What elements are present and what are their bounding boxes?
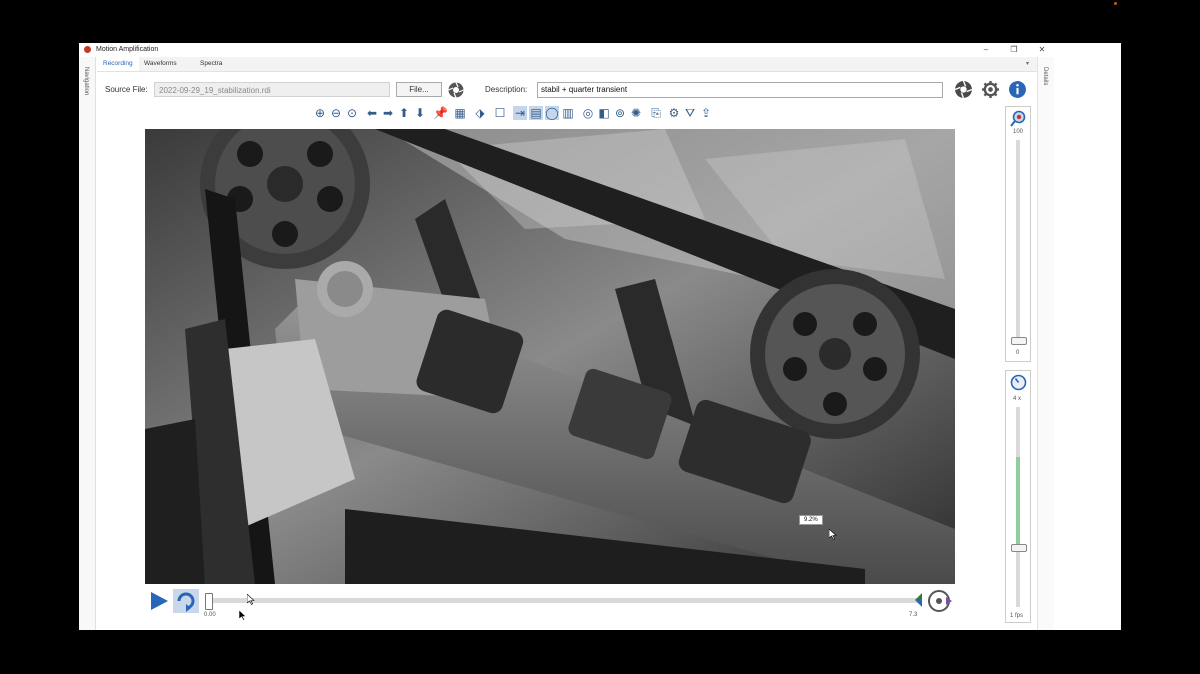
source-file-field[interactable]: 2022-09-29_19_stabilization.rdi [154,82,390,97]
play-button[interactable] [149,591,169,611]
title-bar: Motion Amplification – ❐ ✕ [79,43,1121,57]
motion-vector-icon[interactable]: ⇥ [513,106,527,120]
navigation-panel[interactable]: Navigation [79,57,96,630]
speed-gauge-icon[interactable] [1010,374,1027,391]
description-label: Description: [485,85,528,94]
description-input[interactable]: stabil + quarter transient [537,82,943,98]
tab-bar: Recording Waveforms Spectra ▾ [97,57,1037,72]
grid-icon[interactable]: ▦ [453,106,467,120]
amplification-panel: 100 0 [1005,106,1031,362]
export-video-icon[interactable] [927,589,953,613]
video-frame[interactable]: 9.2% [145,129,955,584]
zoom-in-icon[interactable]: ⊕ [313,106,327,120]
framerate-panel: 4 x 1 fps [1005,370,1031,623]
app-logo-icon [84,46,91,53]
selection-box-icon[interactable]: ☐ [493,106,507,120]
zoom-fit-icon[interactable]: ⊙ [345,106,359,120]
timeline-track[interactable] [209,598,921,603]
machinery-image [145,129,955,584]
circle-icon[interactable]: ◎ [581,106,595,120]
source-file-label: Source File: [105,85,148,94]
file-button[interactable]: File... [396,82,442,97]
framerate-slider-fill [1016,457,1020,544]
ellipse-icon[interactable]: ◯ [545,106,559,120]
mouse-cursor-icon [238,609,247,621]
amplification-min-label: 0 [1016,350,1020,356]
timeline-end-handle[interactable] [915,593,923,609]
color-wheel-icon[interactable]: ✺ [629,106,643,120]
amplification-slider-thumb[interactable] [1011,337,1027,345]
info-icon[interactable] [1008,80,1027,99]
loop-button[interactable] [173,589,199,613]
framerate-bottom-label: 1 fps [1010,613,1024,619]
navigation-label: Navigation [83,67,89,96]
pin-icon[interactable]: 📌 [433,106,448,120]
loop-icon [177,592,195,612]
arrow-up-icon[interactable]: ⬆ [397,106,411,120]
region-icon[interactable]: ⬗ [473,106,487,120]
funnel-icon[interactable]: ⛛ [683,106,697,120]
settings-gear-icon[interactable]: ⚙ [667,106,681,120]
mouse-cursor-icon [246,593,255,605]
amplification-max-label: 100 [1013,129,1024,135]
tab-dropdown-icon[interactable]: ▾ [1026,60,1029,67]
tab-spectra[interactable]: Spectra [194,57,228,71]
gear-icon[interactable] [981,80,1000,99]
tab-recording[interactable]: Recording [97,57,139,71]
maximize-button[interactable]: ❐ [1000,43,1028,57]
area-icon[interactable]: ▤ [529,106,543,120]
export-icon[interactable]: ⇪ [699,106,713,120]
copy-icon[interactable]: ⎘ [649,106,663,120]
filter-pattern-icon[interactable]: ⊚ [613,106,627,120]
close-button[interactable]: ✕ [1028,43,1056,57]
amplification-slider-track[interactable] [1016,140,1020,340]
arrow-right-icon[interactable]: ➡ [381,106,395,120]
zoom-out-icon[interactable]: ⊖ [329,106,343,120]
mouse-cursor-icon [828,528,837,540]
framerate-top-label: 4 x [1013,396,1022,402]
minimize-button[interactable]: – [972,43,1000,57]
details-label: Details [1042,67,1048,86]
end-time-label: 7.3 [909,612,918,618]
chart-icon[interactable]: ▥ [561,106,575,120]
app-window: Motion Amplification – ❐ ✕ Navigation Re… [79,43,1121,630]
gradient-icon[interactable]: ◧ [597,106,611,120]
magnify-amplification-icon[interactable] [1010,110,1027,127]
tab-waveforms[interactable]: Waveforms [138,57,183,71]
arrow-left-icon[interactable]: ⬅ [365,106,379,120]
framerate-slider-thumb[interactable] [1011,544,1027,552]
details-panel[interactable]: Details [1037,57,1054,630]
camera-icon[interactable] [954,80,973,99]
window-title: Motion Amplification [96,46,159,53]
arrow-down-icon[interactable]: ⬇ [413,106,427,120]
status-dot [1114,2,1117,5]
timeline-start-handle[interactable] [205,593,213,610]
start-time-label: 0.00 [204,612,216,618]
camera-aperture-icon[interactable] [447,81,465,99]
value-tooltip: 9.2% [799,515,823,525]
